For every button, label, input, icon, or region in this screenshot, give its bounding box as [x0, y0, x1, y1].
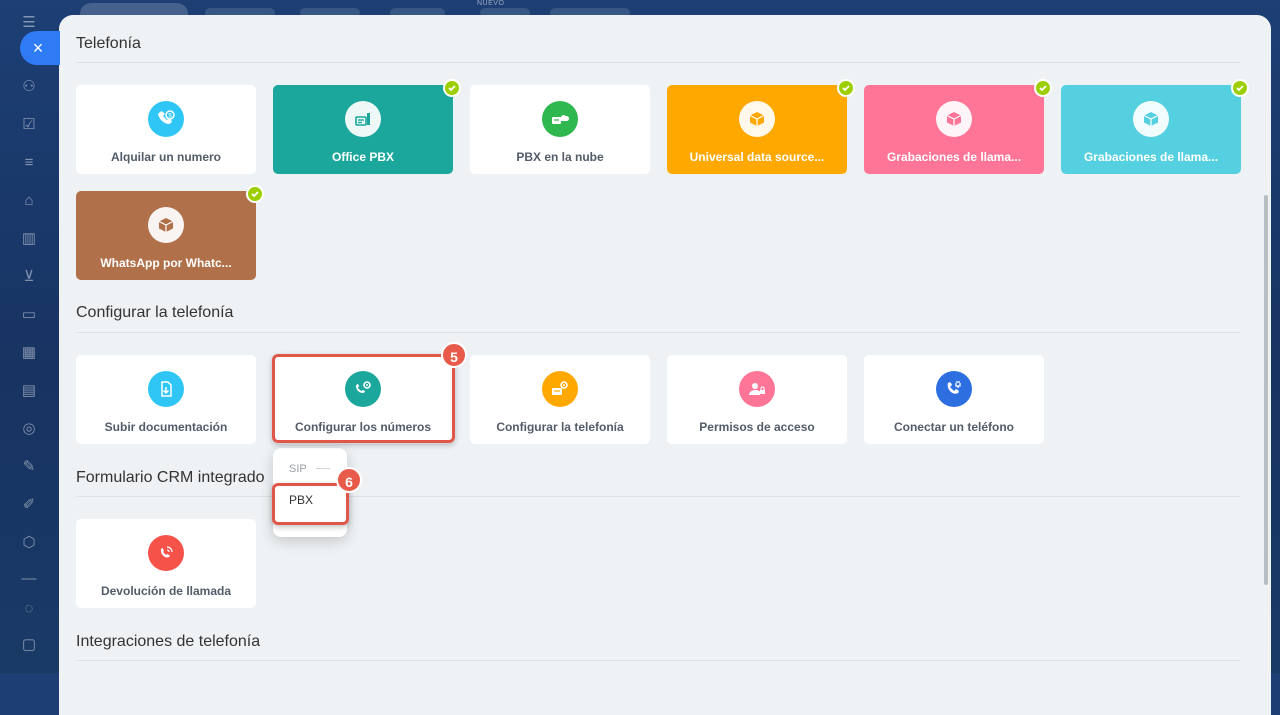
check-icon [1034, 79, 1052, 97]
pbx-gear-icon [542, 371, 578, 407]
tile-label: PBX en la nube [516, 150, 604, 164]
box-icon [936, 101, 972, 137]
cart-icon[interactable]: ⊻ [20, 268, 38, 286]
tile-label: Universal data source... [689, 150, 825, 164]
highlight-configurar-numeros [272, 354, 455, 443]
building-icon[interactable]: ▤ [20, 382, 38, 400]
edit-icon[interactable]: ✎ [20, 458, 38, 476]
menu-icon[interactable]: ☰ [20, 14, 38, 32]
filter-icon[interactable]: ≡ [20, 154, 38, 172]
tile-label: WhatsApp por Whatc... [100, 256, 232, 270]
highlight-pbx-item [272, 483, 349, 525]
check-icon [1231, 79, 1249, 97]
tile-alquilar-numero[interactable]: $ Alquilar un numero [76, 85, 256, 174]
divider [76, 62, 1240, 63]
target-icon[interactable]: ◎ [20, 420, 38, 438]
divider [76, 496, 1240, 497]
robot-icon[interactable]: ⌂ [20, 192, 38, 210]
telephony-panel: Telefonía $ Alquilar un numero Office PB… [59, 15, 1271, 715]
more-icon[interactable]: ▢ [20, 636, 38, 654]
panel-scrollbar[interactable] [1264, 195, 1268, 585]
tile-label: Conectar un teléfono [893, 420, 1014, 434]
tile-universal-data-source[interactable]: Universal data source... [667, 79, 855, 174]
pbx-icon [345, 101, 381, 137]
check-icon [837, 79, 855, 97]
close-icon: × [32, 38, 44, 58]
box-icon [739, 101, 775, 137]
tile-permisos-acceso[interactable]: Permisos de acceso [667, 355, 847, 444]
check-icon [246, 185, 264, 203]
tile-label: Devolución de llamada [100, 584, 232, 598]
phone-dollar-icon: $ [148, 101, 184, 137]
section-title-formulario-crm: Formulario CRM integrado [76, 469, 265, 486]
tile-label: Subir documentación [104, 420, 228, 434]
box-icon[interactable]: ⬡ [20, 534, 38, 552]
tile-office-pbx[interactable]: Office PBX [273, 79, 461, 174]
tile-label: Permisos de acceso [699, 420, 815, 434]
section-title-telefonia: Telefonía [76, 35, 141, 52]
tile-label: Grabaciones de llama... [886, 150, 1022, 164]
tile-grabaciones-2[interactable]: Grabaciones de llama... [1061, 79, 1249, 174]
tile-conectar-telefono[interactable]: Conectar un teléfono [864, 355, 1044, 444]
tile-subir-documentacion[interactable]: Subir documentación [76, 355, 256, 444]
section-title-configurar: Configurar la telefonía [76, 304, 234, 321]
menu-item-sip[interactable]: SIP [289, 463, 307, 475]
check-icon [443, 79, 461, 97]
sip-divider [316, 468, 330, 469]
users-icon[interactable]: ⚇ [20, 78, 38, 96]
upload-doc-icon [148, 371, 184, 407]
contacts-icon[interactable]: ▭ [20, 306, 38, 324]
step-badge-5: 5 [441, 342, 467, 368]
divider-icon: — [21, 570, 37, 587]
tile-devolucion-llamada[interactable]: Devolución de llamada [76, 519, 256, 608]
box-icon [148, 207, 184, 243]
chart-icon[interactable]: ▥ [20, 230, 38, 248]
tile-label: Grabaciones de llama... [1083, 150, 1219, 164]
user-lock-icon [739, 371, 775, 407]
section-title-integraciones: Integraciones de telefonía [76, 633, 261, 650]
new-label: NUEVO [477, 0, 505, 7]
tile-label: Office PBX [331, 150, 394, 164]
tile-whatsapp[interactable]: WhatsApp por Whatc... [76, 185, 264, 280]
tasks-icon[interactable]: ☑ [20, 116, 38, 134]
phone-plug-icon [936, 371, 972, 407]
close-slider-button[interactable]: × [20, 31, 60, 65]
divider [76, 332, 1240, 333]
tile-configurar-telefonia[interactable]: Configurar la telefonía [470, 355, 650, 444]
left-sidebar: ☰ ⚇ ☑ ≡ ⌂ ▥ ⊻ ▭ ▦ ▤ ◎ ✎ ✐ ⬡ — ◌ ▢ [0, 0, 58, 673]
tile-pbx-nube[interactable]: PBX en la nube [470, 85, 650, 174]
settings-icon[interactable]: ◌ [20, 600, 38, 618]
calendar-icon[interactable]: ▦ [20, 344, 38, 362]
pencil-icon[interactable]: ✐ [20, 496, 38, 514]
divider [76, 660, 1240, 661]
tile-grabaciones-1[interactable]: Grabaciones de llama... [864, 79, 1052, 174]
tile-label: Configurar la telefonía [496, 420, 624, 434]
step-badge-6: 6 [336, 467, 362, 493]
callback-icon [148, 535, 184, 571]
box-icon [1133, 101, 1169, 137]
tile-label: Alquilar un numero [110, 150, 221, 164]
cloud-pbx-icon [542, 101, 578, 137]
